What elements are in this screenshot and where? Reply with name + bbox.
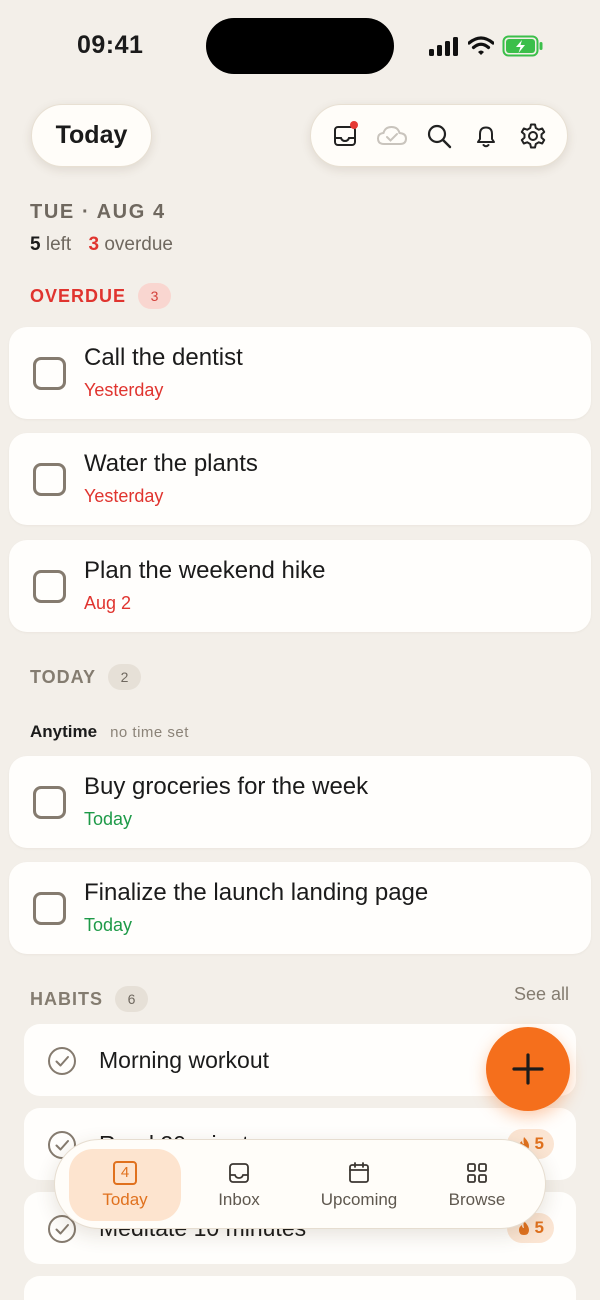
anytime-label: Anytime <box>30 722 98 741</box>
task-title: Plan the weekend hike <box>84 557 326 584</box>
task-due: Yesterday <box>84 380 164 400</box>
tab-upcoming[interactable]: Upcoming <box>297 1149 421 1221</box>
task-due: Today <box>84 915 133 935</box>
task-checkbox[interactable] <box>33 463 66 496</box>
habit-row[interactable] <box>24 1276 576 1300</box>
notification-dot <box>349 120 358 129</box>
search-button[interactable] <box>421 118 457 154</box>
sync-button[interactable] <box>374 118 410 154</box>
status-bar: 09:41 <box>0 0 600 92</box>
search-icon <box>427 124 452 148</box>
battery-icon <box>502 35 543 57</box>
add-task-button[interactable] <box>486 1027 570 1111</box>
tab-upcoming-label: Upcoming <box>320 1189 398 1209</box>
task-title: Finalize the launch landing page <box>84 879 429 906</box>
task-checkbox[interactable] <box>33 892 66 925</box>
section-today-title: TODAY <box>30 666 97 687</box>
habit-streak-count: 5 <box>534 1134 544 1153</box>
habit-name: Morning workout <box>99 1047 270 1073</box>
cloud-check-icon <box>376 125 407 145</box>
plus-icon <box>512 1053 544 1085</box>
section-habits-title: HABITS <box>30 988 103 1009</box>
task-card[interactable]: Plan the weekend hike Aug 2 <box>9 540 591 632</box>
inbox-button[interactable] <box>327 118 363 154</box>
status-time: 09:41 <box>77 31 144 59</box>
section-today-header: TODAY 2 <box>30 664 142 690</box>
system-icons <box>428 34 544 58</box>
task-card[interactable]: Call the dentist Yesterday <box>9 327 591 419</box>
task-due: Aug 2 <box>84 593 132 613</box>
signal-icon <box>429 37 458 56</box>
calendar-today-icon: 4 <box>113 1160 137 1185</box>
tab-browse[interactable]: Browse <box>427 1149 527 1221</box>
anytime-sublabel: no time set <box>110 724 189 741</box>
section-overdue-header: OVERDUE 3 <box>30 283 172 309</box>
task-title: Buy groceries for the week <box>84 773 369 800</box>
left-label: left <box>40 234 72 255</box>
see-all-link[interactable]: See all <box>514 984 569 1005</box>
page-title[interactable]: Today <box>31 104 152 167</box>
tab-inbox[interactable]: Inbox <box>191 1149 287 1221</box>
settings-button[interactable] <box>515 118 551 154</box>
task-checkbox[interactable] <box>33 786 66 819</box>
overdue-count: 3 <box>88 234 100 255</box>
check-circle-icon[interactable] <box>47 1046 77 1076</box>
tab-inbox-label: Inbox <box>218 1189 260 1209</box>
tab-browse-label: Browse <box>448 1189 506 1209</box>
inbox-icon <box>229 1162 249 1183</box>
task-card[interactable]: Water the plants Yesterday <box>9 433 591 525</box>
bell-icon <box>477 126 496 147</box>
notifications-button[interactable] <box>468 118 504 154</box>
left-count: 5 <box>30 234 41 255</box>
task-checkbox[interactable] <box>33 570 66 603</box>
task-due: Today <box>84 809 133 829</box>
section-overdue-count: 3 <box>138 283 172 309</box>
task-counts: 5 left 3 overdue <box>30 234 173 256</box>
tab-today-label: Today <box>102 1189 148 1209</box>
section-today-count: 2 <box>108 664 142 690</box>
overdue-label: overdue <box>99 234 174 255</box>
gear-icon <box>521 123 546 148</box>
task-card[interactable]: Finalize the launch landing page Today <box>9 862 591 954</box>
grid-icon <box>467 1162 487 1183</box>
anytime-group-header: Anytime no time set <box>30 722 189 742</box>
task-title: Call the dentist <box>84 344 243 371</box>
task-checkbox[interactable] <box>33 357 66 390</box>
task-card[interactable]: Buy groceries for the week Today <box>9 756 591 848</box>
task-due: Yesterday <box>84 486 164 506</box>
top-toolbar <box>310 104 568 167</box>
section-habits-count: 6 <box>115 986 148 1012</box>
section-overdue-title: OVERDUE <box>30 285 127 306</box>
dynamic-island <box>206 18 394 74</box>
section-habits-header: HABITS 6 <box>30 986 148 1012</box>
task-title: Water the plants <box>84 450 258 477</box>
date-label: TUE · AUG 4 <box>30 201 166 223</box>
bottom-tab-bar: 4 Today Inbox Upcoming Browse <box>54 1139 546 1229</box>
habit-streak-count: 5 <box>534 1218 544 1237</box>
calendar-icon <box>349 1161 369 1183</box>
tab-today[interactable]: 4 Today <box>69 1149 181 1221</box>
wifi-icon <box>468 36 494 55</box>
